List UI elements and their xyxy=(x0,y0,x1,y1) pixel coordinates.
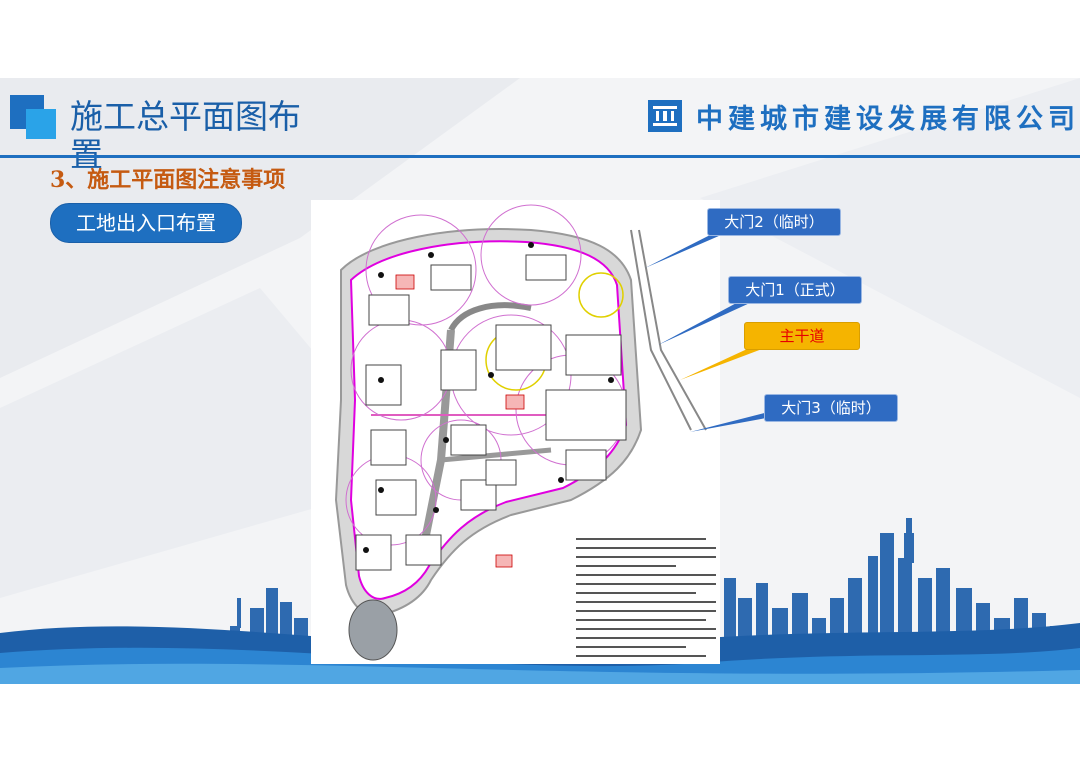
site-plan-drawing xyxy=(311,200,720,664)
company-name: 中建城市建设发展有限公司 xyxy=(696,103,1080,135)
company-header: 中建城市建设发展有限公司 xyxy=(648,99,1080,135)
header-divider xyxy=(0,155,1080,158)
callout-gate3: 大门3（临时） xyxy=(764,394,898,422)
entrance-layout-tag: 工地出入口布置 xyxy=(50,203,242,243)
callout-main-road: 主干道 xyxy=(744,322,860,350)
callout-gate1: 大门1（正式） xyxy=(728,276,862,304)
site-plan-image xyxy=(334,204,716,661)
callout-gate2: 大门2（临时） xyxy=(707,208,841,236)
cscec-logo-icon xyxy=(648,100,682,132)
title-decor-square-light xyxy=(26,109,56,139)
section-subtitle: 3、施工平面图注意事项 xyxy=(50,167,286,193)
